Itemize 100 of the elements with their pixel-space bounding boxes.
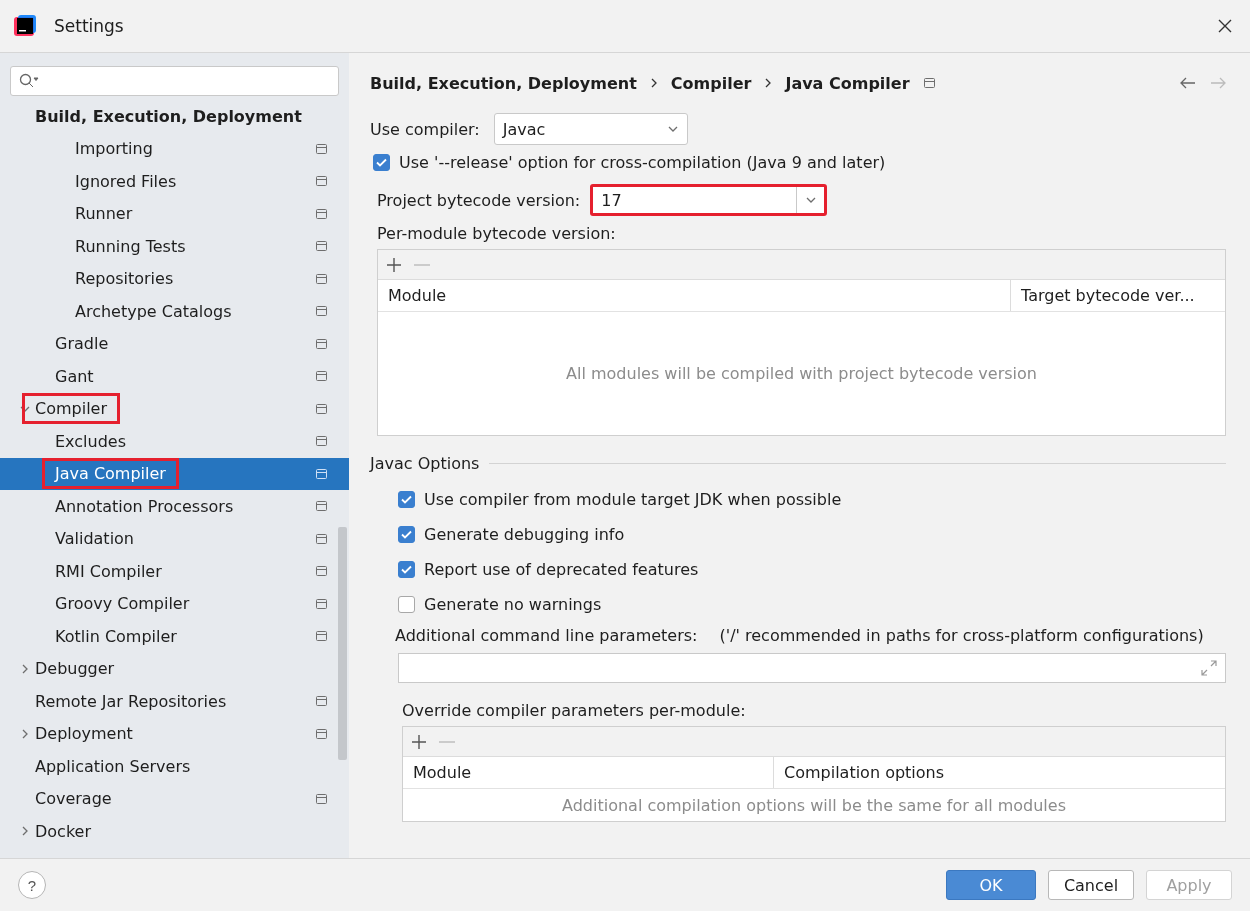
checkbox[interactable] [398,491,415,508]
breadcrumb-item[interactable]: Build, Execution, Deployment [370,73,637,93]
tree-item[interactable]: Annotation Processors [0,490,349,523]
chevron-icon [765,78,772,88]
tree-item[interactable]: Running Tests [0,230,349,263]
breadcrumb-item: Java Compiler [785,73,910,93]
dialog-button[interactable]: OK [946,870,1036,900]
chevron-icon[interactable] [805,195,816,205]
project-scope-icon [316,631,327,642]
tree-item[interactable]: Gradle [0,327,349,360]
compiler-dropdown[interactable]: Javac [493,113,688,145]
tree-item[interactable]: Application Servers [0,750,349,783]
project-scope-icon [316,371,327,382]
tree-item[interactable]: Debugger [0,652,349,685]
project-scope-icon [316,273,327,284]
scrollbar-thumb[interactable] [338,527,347,760]
checkmark-icon [401,530,412,539]
item-label: Coverage [34,788,113,811]
tree-item[interactable]: RMI Compiler [0,555,349,588]
checkbox[interactable] [398,596,415,613]
chevron-icon[interactable] [20,728,30,739]
column-header[interactable]: Module [378,280,1010,311]
back-arrow-icon[interactable] [1180,77,1196,89]
item-label: Groovy Compiler [54,593,191,616]
item-label: Application Servers [34,755,192,778]
column-header[interactable]: Module [403,757,773,788]
chevron-icon[interactable] [20,826,30,837]
tree-item[interactable]: Deployment [0,717,349,750]
tree-item[interactable]: Validation [0,522,349,555]
item-label: Compiler [25,396,117,422]
item-label: Remote Jar Repositories [34,690,228,713]
item-label: Deployment [34,723,134,746]
search-field[interactable] [10,66,339,96]
project-scope-icon [316,176,327,187]
dialog-button[interactable]: Cancel [1048,870,1134,900]
tree-item[interactable]: Archetype Catalogs [0,295,349,328]
item-label: Annotation Processors [54,495,235,518]
project-scope-icon [316,793,327,804]
search-icon [19,73,39,89]
tree-item[interactable]: Gant [0,360,349,393]
project-scope-icon [316,696,327,707]
checkbox[interactable] [398,526,415,543]
chevron-icon[interactable] [667,124,678,134]
project-scope-icon [316,501,327,512]
item-label: Running Tests [74,235,187,258]
tree-item[interactable]: Runner [0,197,349,230]
hint-text: ('/' recommended in paths for cross-platform configurations) [719,626,1204,645]
column-header[interactable]: Target bytecode ver... [1010,280,1225,311]
item-label: Validation [54,528,135,551]
tree-item[interactable]: Ignored Files [0,165,349,198]
project-scope-icon [316,598,327,609]
tree-item[interactable]: Kotlin Compiler [0,620,349,653]
item-label: Docker [34,820,93,843]
tree-item[interactable]: Docker [0,815,349,848]
checkmark-icon [401,565,412,574]
add-icon[interactable] [386,256,402,273]
chevron-icon [650,78,657,88]
app-logo-icon [14,15,36,37]
checkbox[interactable] [373,154,390,171]
checkbox[interactable] [398,561,415,578]
parameters-field[interactable] [398,653,1226,683]
window-title: Settings [54,16,124,36]
bytecode-version-dropdown[interactable]: 17 [590,184,828,216]
checkbox-label: Report use of deprecated features [424,560,699,579]
column-header[interactable]: Compilation options [773,757,1225,788]
tree-item[interactable]: Groovy Compiler [0,587,349,620]
checkbox-label: Use compiler from module target JDK when possible [424,490,842,509]
expand-icon[interactable] [1201,660,1217,676]
tree-item[interactable]: Java Compiler [0,457,349,490]
item-label: Runner [74,203,134,226]
item-label: Gant [54,365,95,388]
item-label: Repositories [74,268,175,291]
project-scope-icon [316,468,327,479]
chevron-icon[interactable] [20,663,30,674]
item-label: Kotlin Compiler [54,625,178,648]
item-label: Ignored Files [74,170,178,193]
tree-item[interactable]: Remote Jar Repositories [0,685,349,718]
field-label: Per-module bytecode version: [377,224,616,243]
empty-table-message: Additional compilation options will be the same for all modules [561,794,1067,817]
add-icon[interactable] [411,733,427,750]
item-label: Importing [74,138,154,161]
project-scope-icon [316,208,327,219]
tree-item[interactable]: Repositories [0,262,349,295]
project-scope-icon [316,728,327,739]
field-label: Override compiler parameters per-module: [402,701,746,720]
item-label: Debugger [34,658,116,681]
tree-item[interactable]: Excludes [0,425,349,458]
field-label: Use compiler: [370,119,480,139]
field-label: Additional command line parameters: [395,626,698,645]
item-label: Java Compiler [45,461,176,487]
item-label: Gradle [54,333,110,356]
tree-item[interactable]: Compiler [0,392,349,425]
project-scope-icon [316,143,327,154]
breadcrumb-item[interactable]: Compiler [670,73,752,93]
help-button[interactable]: ? [18,871,46,899]
tree-item[interactable]: Coverage [0,782,349,815]
project-scope-icon [316,338,327,349]
tree-item[interactable]: Importing [0,132,349,165]
project-scope-icon [316,306,327,317]
checkbox-label: Generate no warnings [424,595,602,614]
